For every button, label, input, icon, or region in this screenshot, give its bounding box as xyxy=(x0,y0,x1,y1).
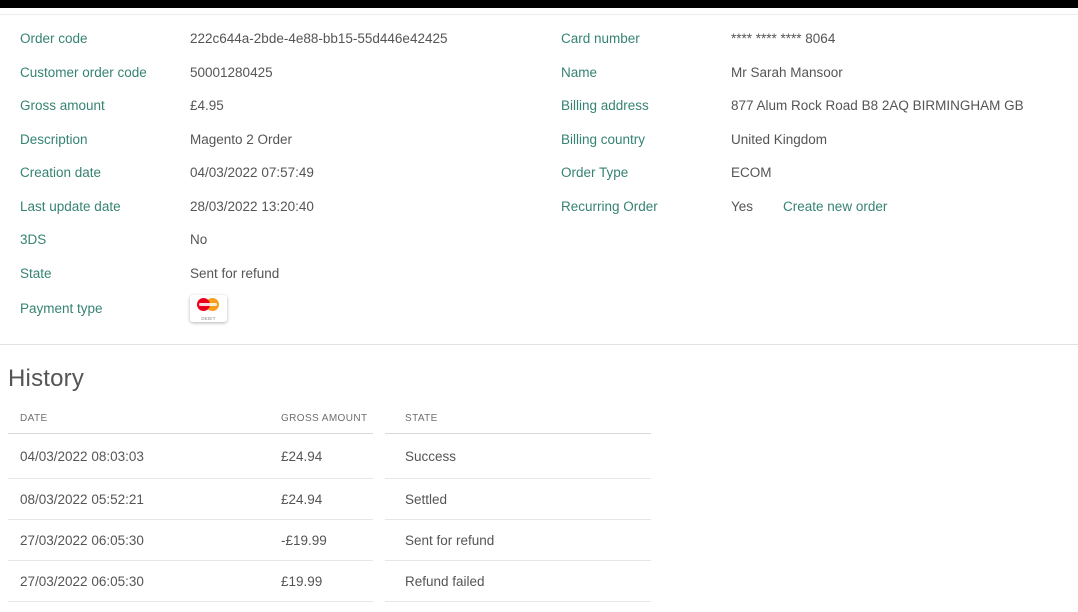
detail-row: Billing address877 Alum Rock Road B8 2AQ… xyxy=(561,89,1078,123)
field-value: Mr Sarah Mansoor xyxy=(731,65,843,80)
field-value: 04/03/2022 07:57:49 xyxy=(190,165,314,180)
debit-label: DEBIT xyxy=(198,316,218,321)
history-row-state: Settled xyxy=(385,479,651,520)
history-row-gross-amount: £19.99 xyxy=(281,561,373,602)
history-table-header: DATE GROSS AMOUNT STATE xyxy=(8,413,651,434)
field-label: Customer order code xyxy=(20,65,190,80)
field-label: 3DS xyxy=(20,232,190,247)
column-header-date: DATE xyxy=(8,413,281,434)
details-left-column: Order code222c644a-2bde-4e88-bb15-55d446… xyxy=(0,22,539,326)
history-table-row: 27/03/2022 06:05:30-£19.99 Sent for refun… xyxy=(8,520,651,561)
column-gap xyxy=(373,434,385,479)
detail-row: Last update date28/03/2022 13:20:40 xyxy=(20,190,539,224)
field-label: Order Type xyxy=(561,165,731,180)
field-label: Billing address xyxy=(561,98,731,113)
history-table-body: 04/03/2022 08:03:03£24.94Success08/03/20… xyxy=(8,434,651,602)
history-row-date: 27/03/2022 06:05:30 xyxy=(8,561,281,602)
field-value: 877 Alum Rock Road B8 2AQ BIRMINGHAM GB xyxy=(731,98,1024,113)
history-row-date: 27/03/2022 06:05:30 xyxy=(8,520,281,561)
field-value: ECOM xyxy=(731,165,772,180)
history-table-row: 04/03/2022 08:03:03£24.94 Success xyxy=(8,434,651,479)
field-value: Yes xyxy=(731,199,753,214)
history-title: History xyxy=(8,365,1078,393)
detail-row: 3DSNo xyxy=(20,223,539,257)
history-row-state: Success xyxy=(385,434,651,479)
column-gap xyxy=(373,413,385,434)
detail-row: Order TypeECOM xyxy=(561,156,1078,190)
field-label: Creation date xyxy=(20,165,190,180)
field-label: State xyxy=(20,266,190,281)
field-label: Order code xyxy=(20,31,190,46)
detail-row: Order code222c644a-2bde-4e88-bb15-55d446… xyxy=(20,22,539,56)
column-gap xyxy=(373,479,385,520)
column-header-state: STATE xyxy=(385,413,651,434)
field-label: Recurring Order xyxy=(561,199,731,214)
column-gap xyxy=(373,561,385,602)
order-details-section: Order code222c644a-2bde-4e88-bb15-55d446… xyxy=(0,15,1078,344)
create-new-order-link[interactable]: Create new order xyxy=(783,199,887,214)
field-label: Payment type xyxy=(20,301,190,316)
field-label: Card number xyxy=(561,31,731,46)
field-value: 28/03/2022 13:20:40 xyxy=(190,199,314,214)
history-table-row: 27/03/2022 06:05:30£19.99 Refund failed xyxy=(8,561,651,602)
field-label: Description xyxy=(20,132,190,147)
field-label: Billing country xyxy=(561,132,731,147)
detail-row: Customer order code50001280425 xyxy=(20,56,539,90)
history-section: History DATE GROSS AMOUNT STATE 04/03/20… xyxy=(0,345,1078,602)
detail-row: Gross amount£4.95 xyxy=(20,89,539,123)
field-value: £4.95 xyxy=(190,98,224,113)
history-row-gross-amount: -£19.99 xyxy=(281,520,373,561)
field-label: Gross amount xyxy=(20,98,190,113)
detail-row: NameMr Sarah Mansoor xyxy=(561,56,1078,90)
details-right-column: Card number**** **** **** 8064NameMr Sar… xyxy=(539,22,1078,326)
mastercard-debit-icon: DEBIT xyxy=(190,295,227,322)
history-row-state: Sent for refund xyxy=(385,520,651,561)
field-value: 50001280425 xyxy=(190,65,273,80)
history-row-date: 08/03/2022 05:52:21 xyxy=(8,479,281,520)
history-row-date: 04/03/2022 08:03:03 xyxy=(8,434,281,479)
field-value: Sent for refund xyxy=(190,266,279,281)
detail-row: Payment type DEBIT xyxy=(20,290,539,326)
field-value: Magento 2 Order xyxy=(190,132,292,147)
field-value: **** **** **** 8064 xyxy=(731,31,835,46)
history-table: DATE GROSS AMOUNT STATE 04/03/2022 08:03… xyxy=(8,413,651,602)
field-label: Name xyxy=(561,65,731,80)
detail-row: Card number**** **** **** 8064 xyxy=(561,22,1078,56)
detail-row: StateSent for refund xyxy=(20,257,539,291)
field-value: 222c644a-2bde-4e88-bb15-55d446e42425 xyxy=(190,31,447,46)
history-table-row: 08/03/2022 05:52:21£24.94 Settled xyxy=(8,479,651,520)
detail-row: Billing countryUnited Kingdom xyxy=(561,123,1078,157)
top-black-bar xyxy=(0,0,1078,8)
column-header-gross-amount: GROSS AMOUNT xyxy=(281,413,373,434)
column-gap xyxy=(373,520,385,561)
detail-row: Creation date04/03/2022 07:57:49 xyxy=(20,156,539,190)
field-value: United Kingdom xyxy=(731,132,827,147)
history-row-gross-amount: £24.94 xyxy=(281,479,373,520)
field-label: Last update date xyxy=(20,199,190,214)
detail-row: Recurring OrderYes Create new order xyxy=(561,190,1078,224)
history-row-gross-amount: £24.94 xyxy=(281,434,373,479)
history-row-state: Refund failed xyxy=(385,561,651,602)
mastercard-wordmark xyxy=(199,303,217,306)
field-value: No xyxy=(190,232,207,247)
detail-row: DescriptionMagento 2 Order xyxy=(20,123,539,157)
